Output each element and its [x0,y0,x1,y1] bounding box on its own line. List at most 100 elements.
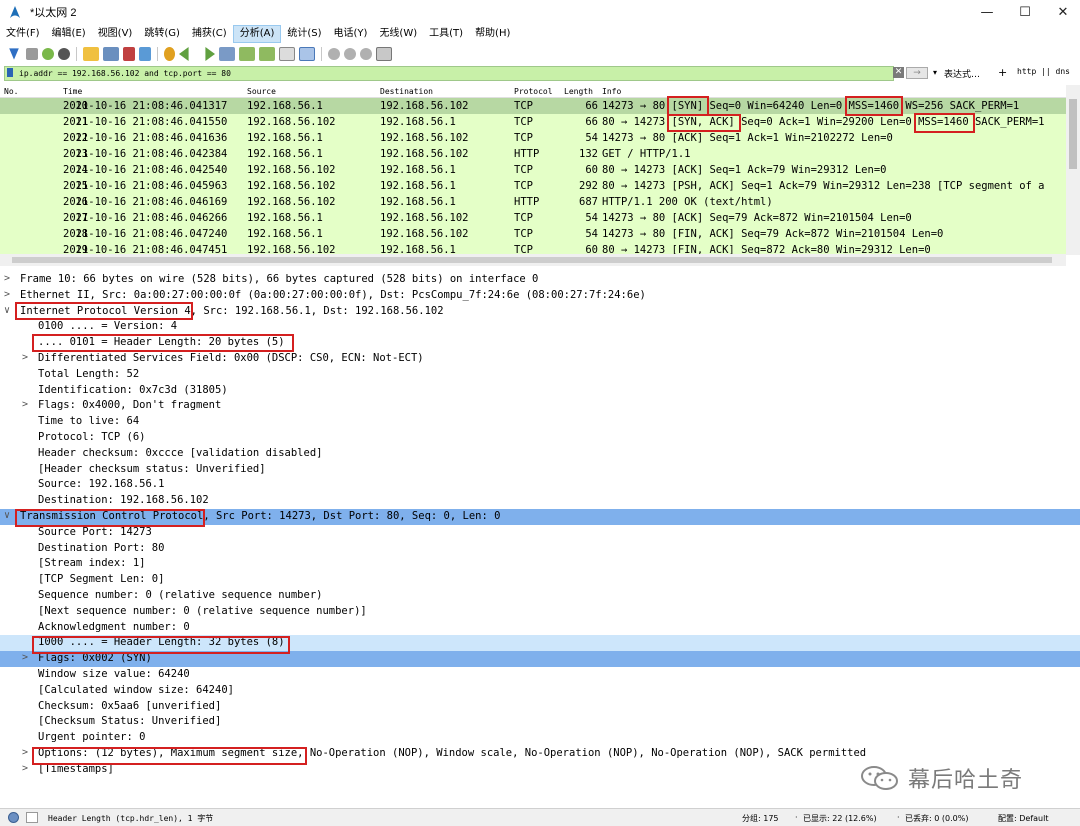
zoom-out-icon[interactable] [344,48,356,60]
menu-item-0[interactable]: 文件(F) [0,25,46,43]
detail-tree-item[interactable]: Acknowledgment number: 0 [0,620,1080,636]
column-header-protocol[interactable]: Protocol [514,87,553,96]
go-back-icon[interactable] [179,47,189,61]
menu-item-6[interactable]: 统计(S) [281,25,327,43]
detail-tree-item[interactable]: > Differentiated Services Field: 0x00 (DS… [0,351,1080,367]
expert-info-icon[interactable] [8,812,19,823]
packet-row[interactable]: 19 2021-10-16 21:08:46.047451 192.168.56.1… [0,242,1066,254]
close-file-icon[interactable] [123,47,135,61]
zoom-in-icon[interactable] [328,48,340,60]
colorize-icon[interactable] [299,47,315,61]
column-header-source[interactable]: Source [247,87,276,96]
open-file-icon[interactable] [83,47,99,61]
packet-row[interactable]: 17 2021-10-16 21:08:46.046266 192.168.56.1… [0,210,1066,226]
detail-tree-item[interactable]: [Stream index: 1] [0,556,1080,572]
chevron-right-icon[interactable]: > [4,273,10,284]
detail-tree-item[interactable]: Protocol: TCP (6) [0,430,1080,446]
detail-tree-item[interactable]: Header checksum: 0xccce [validation disa… [0,446,1080,462]
detail-tree-item[interactable]: Source: 192.168.56.1 [0,477,1080,493]
column-header-time[interactable]: Time [63,87,82,96]
detail-tree-item[interactable]: 0100 .... = Version: 4 [0,319,1080,335]
menu-item-2[interactable]: 视图(V) [92,25,139,43]
detail-tree-item[interactable]: [Next sequence number: 0 (relative seque… [0,604,1080,620]
detail-tree-item[interactable]: Source Port: 14273 [0,525,1080,541]
packet-row[interactable]: 10 2021-10-16 21:08:46.041317 192.168.56.1… [0,98,1066,114]
detail-tree-item[interactable]: Window size value: 64240 [0,667,1080,683]
capture-options-icon[interactable] [58,48,70,60]
filter-bookmark-icon[interactable] [7,68,13,77]
menu-item-9[interactable]: 工具(T) [423,25,469,43]
close-button[interactable]: ✕ [1040,0,1080,24]
reload-file-icon[interactable] [139,47,151,61]
normal-size-icon[interactable] [360,48,372,60]
expand-down-icon[interactable]: ∨ [4,305,10,316]
detail-tree-item[interactable]: Total Length: 52 [0,367,1080,383]
stop-capture-icon[interactable] [26,48,38,60]
packet-row[interactable]: 11 2021-10-16 21:08:46.041550 192.168.56.1… [0,114,1066,130]
menu-item-4[interactable]: 捕获(C) [186,25,233,43]
go-to-packet-icon[interactable] [219,47,235,61]
display-filter-input[interactable]: ip.addr == 192.168.56.102 and tcp.port =… [4,66,894,81]
detail-tree-item[interactable]: ∨ Transmission Control Protocol, Src Port… [0,509,1080,525]
chevron-right-icon[interactable]: > [22,399,28,410]
menu-item-3[interactable]: 跳转(G) [138,25,186,43]
expression-button[interactable]: 表达式… [944,67,980,80]
menu-item-5[interactable]: 分析(A) [232,25,282,43]
packet-row[interactable]: 18 2021-10-16 21:08:46.047240 192.168.56.1… [0,226,1066,242]
packet-list-hscrollbar[interactable] [0,254,1066,266]
chevron-right-icon[interactable]: > [4,289,10,300]
detail-tree-item[interactable]: [Checksum Status: Unverified] [0,714,1080,730]
packet-list-scrollbar[interactable] [1066,85,1080,255]
packet-row[interactable]: 15 2021-10-16 21:08:46.045963 192.168.56.1… [0,178,1066,194]
detail-tree-item[interactable]: Destination Port: 80 [0,541,1080,557]
chevron-right-icon[interactable]: > [22,763,28,774]
detail-tree-item[interactable]: Checksum: 0x5aa6 [unverified] [0,699,1080,715]
saved-filter-button[interactable]: http || dns [1017,67,1070,76]
detail-tree-item[interactable]: Urgent pointer: 0 [0,730,1080,746]
chevron-right-icon[interactable]: > [22,352,28,363]
save-file-icon[interactable] [103,47,119,61]
detail-tree-item[interactable]: Time to live: 64 [0,414,1080,430]
find-packet-icon[interactable] [164,47,175,61]
menu-item-1[interactable]: 编辑(E) [46,25,92,43]
packet-row[interactable]: 16 2021-10-16 21:08:46.046169 192.168.56.1… [0,194,1066,210]
column-header-destination[interactable]: Destination [380,87,433,96]
detail-tree-item[interactable]: > Flags: 0x4000, Don't fragment [0,398,1080,414]
packet-row[interactable]: 14 2021-10-16 21:08:46.042540 192.168.56.1… [0,162,1066,178]
chevron-right-icon[interactable]: > [22,652,28,663]
go-forward-icon[interactable] [205,47,215,61]
clear-filter-icon[interactable]: ✕ [893,67,904,78]
scrollbar-thumb[interactable] [1069,99,1077,169]
start-capture-icon[interactable] [9,48,19,60]
column-header-info[interactable]: Info [602,87,621,96]
packet-row[interactable]: 12 2021-10-16 21:08:46.041636 192.168.56.1… [0,130,1066,146]
detail-tree-item[interactable]: 1000 .... = Header Length: 32 bytes (8) [0,635,1080,652]
column-header-no[interactable]: No. [4,87,18,96]
detail-tree-item[interactable]: ∨ Internet Protocol Version 4, Src: 192.1… [0,304,1080,320]
first-packet-icon[interactable] [239,47,255,61]
last-packet-icon[interactable] [259,47,275,61]
detail-tree-item[interactable]: > Frame 10: 66 bytes on wire (528 bits), … [0,272,1080,288]
detail-tree-item[interactable]: [Calculated window size: 64240] [0,683,1080,699]
detail-tree-item[interactable]: Destination: 192.168.56.102 [0,493,1080,509]
detail-tree-item[interactable]: [Header checksum status: Unverified] [0,462,1080,478]
detail-tree-item[interactable]: [TCP Segment Len: 0] [0,572,1080,588]
menu-item-7[interactable]: 电话(Y) [328,25,374,43]
auto-scroll-icon[interactable] [279,47,295,61]
resize-columns-icon[interactable] [376,47,392,61]
capture-comment-icon[interactable] [26,812,38,823]
menu-item-10[interactable]: 帮助(H) [469,25,516,43]
expand-down-icon[interactable]: ∨ [4,510,10,521]
detail-tree-item[interactable]: > Ethernet II, Src: 0a:00:27:00:00:0f (0a… [0,288,1080,304]
packet-row[interactable]: 13 2021-10-16 21:08:46.042384 192.168.56.1… [0,146,1066,162]
add-filter-button[interactable]: + [998,66,1007,79]
menu-item-8[interactable]: 无线(W) [373,25,423,43]
restart-capture-icon[interactable] [42,48,54,60]
detail-tree-item[interactable]: > Flags: 0x002 (SYN) [0,651,1080,668]
scrollbar-thumb[interactable] [12,257,1052,263]
status-profile[interactable]: 配置: Default [998,813,1048,824]
detail-tree-item[interactable]: Sequence number: 0 (relative sequence nu… [0,588,1080,604]
chevron-right-icon[interactable]: > [22,747,28,758]
column-header-length[interactable]: Length [564,87,593,96]
apply-filter-button[interactable]: → [906,67,928,79]
